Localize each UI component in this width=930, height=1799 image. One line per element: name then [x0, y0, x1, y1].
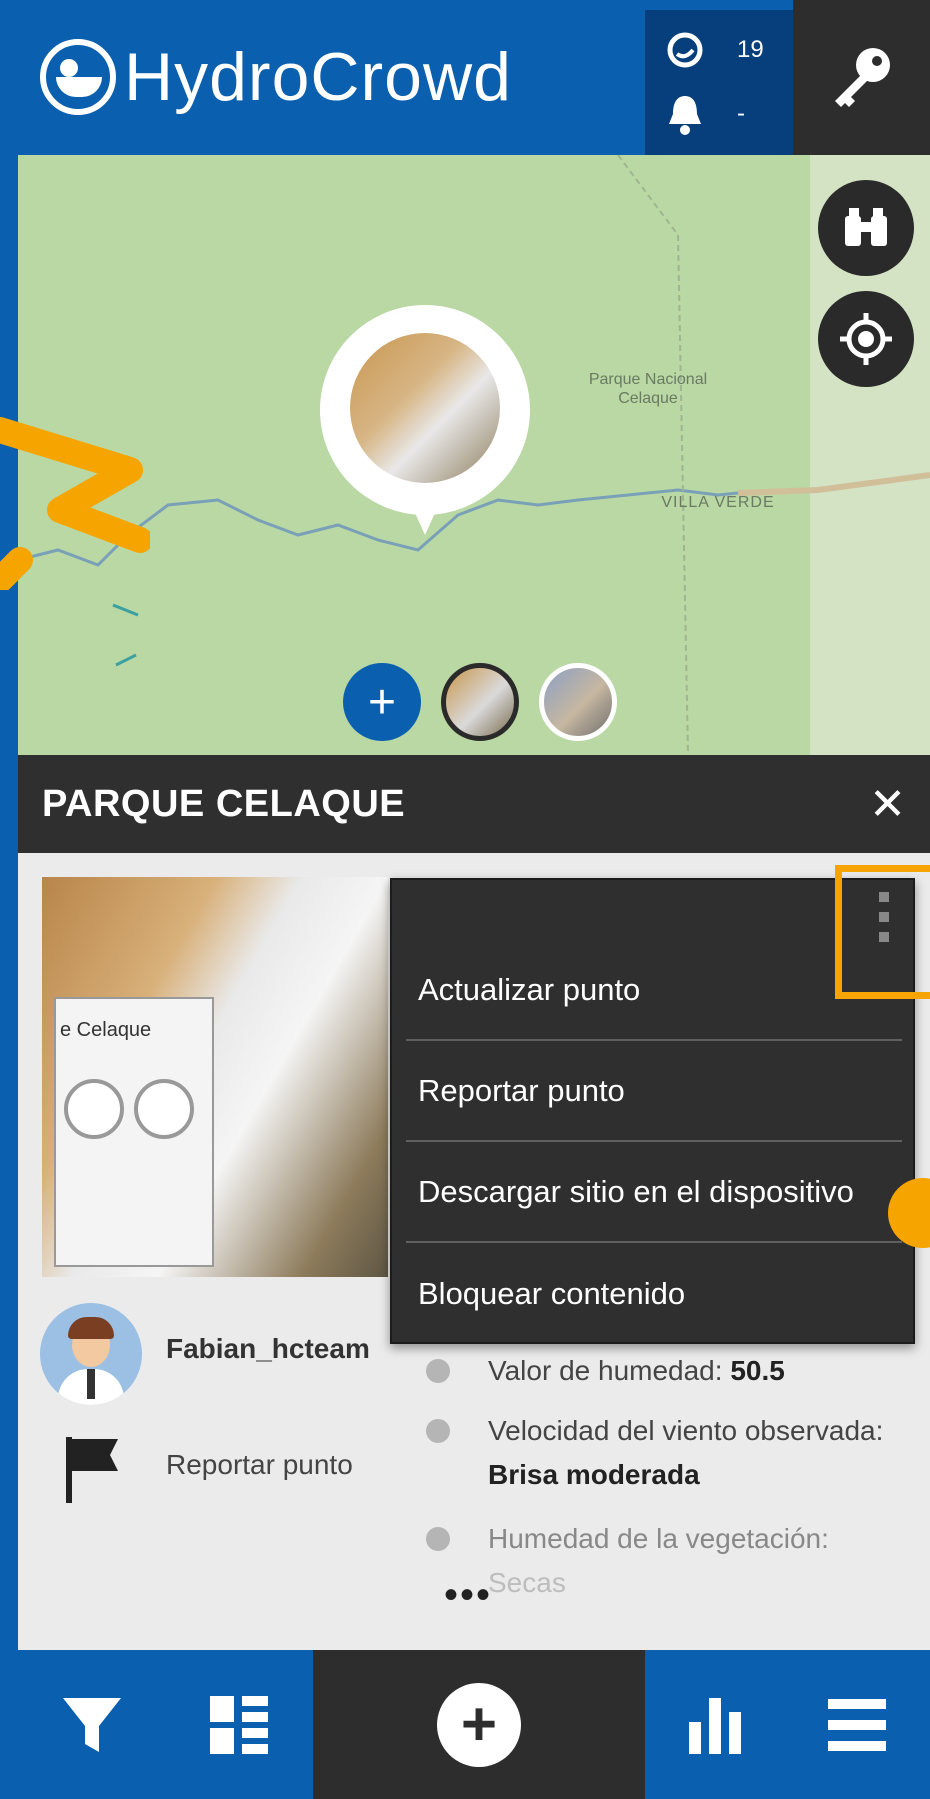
add-icon: + [437, 1682, 521, 1767]
bottom-left-group [18, 1650, 313, 1799]
menu-item-update-point[interactable]: Actualizar punto [406, 940, 902, 1041]
attribute-vegetation: Humedad de la vegetación: Secas [488, 1523, 829, 1598]
list-icon[interactable] [208, 1694, 270, 1756]
chart-icon[interactable] [687, 1694, 743, 1756]
attribute-bullet [426, 1419, 450, 1443]
menu-item-report-point[interactable]: Reportar punto [406, 1041, 902, 1142]
add-photo-button[interactable]: + [343, 663, 421, 741]
key-icon [834, 47, 890, 107]
app-header: HydroCrowd 19 - [0, 0, 930, 155]
marker-photo [350, 333, 500, 483]
site-marker[interactable] [320, 305, 530, 535]
attribute-wind: Velocidad del viento observada: Brisa mo… [488, 1415, 884, 1490]
site-title: PARQUE CELAQUE [42, 782, 406, 825]
flag-icon[interactable] [62, 1435, 122, 1505]
more-details-button[interactable]: ••• [444, 1573, 492, 1618]
site-thumbnail[interactable] [539, 663, 617, 741]
notifications-status: - [665, 92, 745, 136]
report-point-link[interactable]: Reportar punto [166, 1449, 353, 1481]
app-logo: HydroCrowd [40, 38, 512, 116]
filter-icon[interactable] [61, 1694, 123, 1756]
app-name: HydroCrowd [124, 39, 512, 115]
photo-sign-text: e Celaque [60, 1019, 152, 1041]
bell-icon [669, 96, 701, 135]
close-icon[interactable]: ✕ [869, 779, 906, 830]
site-title-bar: PARQUE CELAQUE ✕ [18, 755, 930, 853]
notifications-count: - [737, 100, 745, 127]
locate-button[interactable] [818, 291, 914, 387]
photo-sign: e Celaque [54, 997, 214, 1267]
attribute-bullet [426, 1359, 450, 1383]
bottom-toolbar: + [18, 1650, 930, 1799]
site-photo[interactable]: e Celaque [42, 877, 388, 1277]
site-thumbnail[interactable] [441, 663, 519, 741]
username[interactable]: Fabian_hcteam [166, 1333, 370, 1365]
status-panel[interactable]: 19 - [645, 10, 793, 155]
highlight-arrow [0, 417, 150, 590]
map-view[interactable]: Parque Nacional Celaque VILLA VERDE + [18, 155, 930, 755]
menu-icon[interactable] [826, 1697, 888, 1753]
hydrocrowd-logo-icon [40, 39, 116, 115]
menu-item-block-content[interactable]: Bloquear contenido [406, 1243, 902, 1344]
park-label: Parque Nacional Celaque [588, 371, 708, 408]
town-label: VILLA VERDE [661, 494, 775, 511]
login-button[interactable] [793, 0, 930, 155]
avatar[interactable] [40, 1303, 142, 1405]
binoculars-icon [845, 208, 887, 246]
menu-item-download-site[interactable]: Descargar sitio en el dispositivo [406, 1142, 902, 1243]
site-thumbnails: + [343, 663, 617, 741]
locate-icon [840, 313, 892, 365]
attribute-humidity: Valor de humedad: 50.5 [488, 1355, 785, 1386]
points-status: 19 [665, 30, 764, 70]
explore-button[interactable] [818, 180, 914, 276]
marker-tip [400, 480, 450, 535]
attribute-bullet [426, 1527, 450, 1551]
bottom-right-group [645, 1650, 930, 1799]
add-site-button[interactable]: + [313, 1650, 645, 1799]
points-count: 19 [737, 36, 764, 63]
highlight-box [835, 865, 930, 999]
droplet-icon [667, 32, 703, 68]
